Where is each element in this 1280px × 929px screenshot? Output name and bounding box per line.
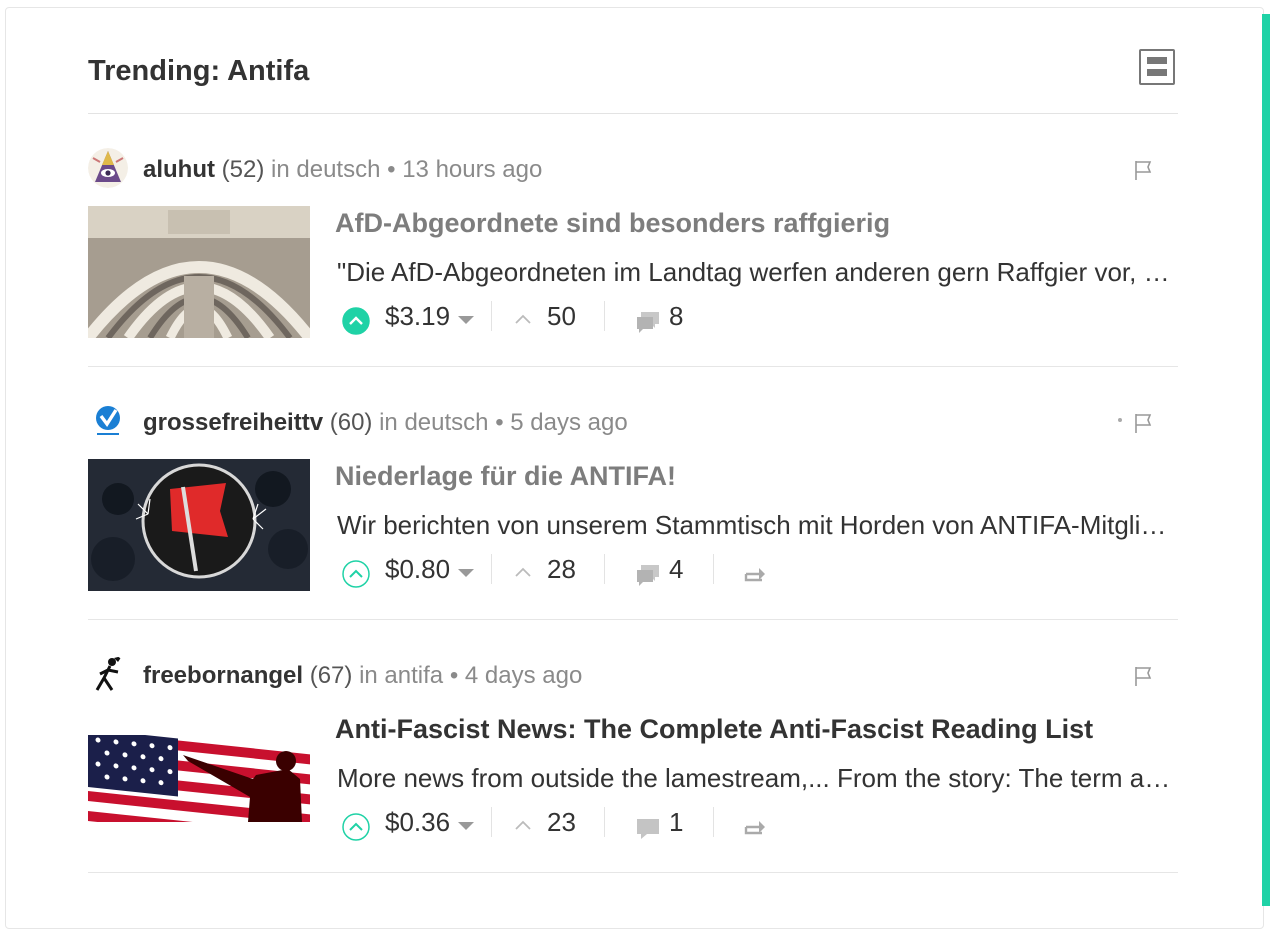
post-meta: freebornangel (67) in antifa • 4 days ag… — [143, 662, 582, 690]
category-link[interactable]: deutsch — [404, 409, 488, 436]
divider — [491, 554, 492, 584]
post-title[interactable]: Niederlage für die ANTIFA! — [335, 461, 676, 492]
post-item: freebornangel (67) in antifa • 4 days ag… — [88, 619, 1178, 873]
avatar[interactable] — [88, 148, 128, 188]
author-reputation: (60) — [329, 409, 373, 436]
divider — [491, 301, 492, 331]
reblog-icon[interactable] — [743, 817, 767, 839]
upvote-button[interactable] — [342, 813, 370, 841]
post-time[interactable]: 13 hours ago — [402, 156, 542, 183]
payout-dropdown-icon[interactable] — [458, 316, 474, 324]
meta-separator: • — [449, 662, 459, 689]
flag-icon[interactable] — [1133, 412, 1153, 434]
in-label: in — [359, 662, 378, 689]
author-reputation: (67) — [309, 662, 353, 689]
divider — [713, 807, 714, 837]
comment-count[interactable]: 8 — [669, 301, 683, 332]
payout-value[interactable]: $0.36 — [385, 807, 450, 838]
vote-count[interactable]: 50 — [547, 301, 576, 332]
avatar[interactable] — [88, 654, 128, 694]
post-thumbnail[interactable] — [88, 459, 310, 591]
author-link[interactable]: grossefreiheittv — [143, 409, 323, 436]
upvote-button-active[interactable] — [342, 307, 370, 335]
comment-count[interactable]: 4 — [669, 554, 683, 585]
divider — [604, 301, 605, 331]
post-meta: grossefreiheittv (60) in deutsch • 5 day… — [143, 409, 628, 437]
section-header: Trending: Antifa — [88, 45, 1178, 114]
vote-count[interactable]: 23 — [547, 807, 576, 838]
payout-dropdown-icon[interactable] — [458, 822, 474, 830]
meta-separator: • — [387, 156, 396, 183]
post-excerpt[interactable]: "Die AfD-Abgeordneten im Landtag werfen … — [337, 257, 1175, 288]
payout-value[interactable]: $0.80 — [385, 554, 450, 585]
avatar[interactable] — [88, 401, 128, 441]
votes-chevron-icon — [515, 567, 531, 577]
votes-chevron-icon — [515, 314, 531, 324]
category-link[interactable]: deutsch — [296, 156, 380, 183]
reblog-icon[interactable] — [743, 564, 767, 586]
in-label: in — [271, 156, 290, 183]
list-layout-icon[interactable] — [1139, 49, 1175, 85]
post-meta: aluhut (52) in deutsch • 13 hours ago — [143, 156, 542, 184]
divider — [491, 807, 492, 837]
post-excerpt[interactable]: More news from outside the lamestream,..… — [337, 763, 1175, 794]
scroll-accent-bar[interactable] — [1262, 14, 1270, 906]
divider — [604, 807, 605, 837]
flag-icon[interactable] — [1133, 665, 1153, 687]
payout-dropdown-icon[interactable] — [458, 569, 474, 577]
post-thumbnail[interactable] — [88, 735, 310, 822]
post-title[interactable]: AfD-Abgeordnete sind besonders raffgieri… — [335, 208, 890, 239]
post-excerpt[interactable]: Wir berichten von unserem Stammtisch mit… — [337, 510, 1175, 541]
flag-icon[interactable] — [1133, 159, 1153, 181]
author-link[interactable]: aluhut — [143, 156, 215, 183]
comment-count[interactable]: 1 — [669, 807, 683, 838]
post-item: grossefreiheittv (60) in deutsch • 5 day… — [88, 366, 1178, 620]
author-reputation: (52) — [221, 156, 265, 183]
post-item: aluhut (52) in deutsch • 13 hours ago Af… — [88, 113, 1178, 367]
divider — [713, 554, 714, 584]
comment-icon[interactable] — [634, 815, 662, 841]
divider — [604, 554, 605, 584]
author-link[interactable]: freebornangel — [143, 662, 303, 689]
payout-value[interactable]: $3.19 — [385, 301, 450, 332]
comments-icon[interactable] — [634, 562, 662, 588]
meta-separator: • — [495, 409, 504, 436]
post-thumbnail[interactable] — [88, 206, 310, 338]
vote-count[interactable]: 28 — [547, 554, 576, 585]
promoted-dot-icon — [1118, 418, 1122, 422]
post-time[interactable]: 4 days ago — [465, 662, 582, 689]
post-time[interactable]: 5 days ago — [510, 409, 627, 436]
in-label: in — [379, 409, 398, 436]
votes-chevron-icon — [515, 820, 531, 830]
post-title[interactable]: Anti-Fascist News: The Complete Anti-Fas… — [335, 714, 1093, 745]
upvote-button[interactable] — [342, 560, 370, 588]
comments-icon[interactable] — [634, 309, 662, 335]
category-link[interactable]: antifa — [384, 662, 443, 689]
page-title: Trending: Antifa — [88, 55, 310, 87]
